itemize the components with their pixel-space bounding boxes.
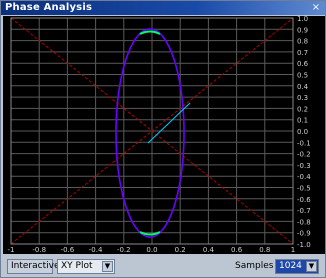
y-tick-label: -0.4 xyxy=(297,173,311,181)
samples-dropdown[interactable]: 1024 ▼ xyxy=(275,259,319,274)
y-tick-label: 0.9 xyxy=(297,26,308,34)
y-tick-label: 0.7 xyxy=(297,49,308,57)
y-tick-label: -0.8 xyxy=(297,218,311,226)
chevron-down-icon[interactable]: ▼ xyxy=(306,261,317,272)
x-tick-label: -0.8 xyxy=(32,246,46,254)
bottom-controls: Interactive XY Plot ▼ Samples 1024 ▼ xyxy=(1,254,325,277)
samples-label: Samples xyxy=(235,261,274,271)
phase-plot-svg: 1.0 0.9 0.8 0.7 0.6 0.5 0.4 0.3 0.2 0.1 0.0 -0.1 -0.… xyxy=(8,16,312,254)
y-tick-label: 0.6 xyxy=(297,60,309,68)
window-title: Phase Analysis xyxy=(5,2,93,13)
y-tick-label: -1.0 xyxy=(297,241,311,249)
y-tick-label: -0.6 xyxy=(297,196,311,204)
y-tick-label: 0.3 xyxy=(297,94,308,102)
phase-analysis-window: Phase Analysis × 1.0 0.9 0.8 0.7 0.6 0.5 0.4 0.… xyxy=(0,0,326,278)
phase-plot: 1.0 0.9 0.8 0.7 0.6 0.5 0.4 0.3 0.2 0.1 0.0 -0.1 -0.… xyxy=(3,16,325,254)
y-tick-label: -0.9 xyxy=(297,230,311,238)
x-tick-label: -0.4 xyxy=(89,246,103,254)
y-tick-label: -0.7 xyxy=(297,207,311,215)
mode-dropdown-value: XY Plot xyxy=(61,261,93,271)
x-tick-label: -1 xyxy=(8,246,15,254)
x-tick-label: 1 xyxy=(291,246,295,254)
x-tick-label: 0.2 xyxy=(175,246,186,254)
title-bar[interactable]: Phase Analysis × xyxy=(1,1,325,15)
x-tick-label: -0.2 xyxy=(117,246,131,254)
y-tick-label: 0.0 xyxy=(297,128,308,136)
y-tick-label: -0.1 xyxy=(297,139,311,147)
mode-dropdown[interactable]: XY Plot ▼ xyxy=(57,259,115,274)
chevron-down-icon[interactable]: ▼ xyxy=(102,261,113,272)
interactive-button[interactable]: Interactive xyxy=(7,259,59,274)
y-tick-label: 0.4 xyxy=(297,83,309,91)
y-tick-label: -0.5 xyxy=(297,185,311,193)
x-tick-label: 0.6 xyxy=(231,246,243,254)
x-tick-label: 0.4 xyxy=(203,246,215,254)
y-tick-label: 0.8 xyxy=(297,38,308,46)
x-tick-label: -0.6 xyxy=(61,246,75,254)
y-tick-label: 0.5 xyxy=(297,72,308,80)
x-tick-label: 0.8 xyxy=(259,246,270,254)
y-tick-label: 0.2 xyxy=(297,105,308,113)
samples-dropdown-value: 1024 xyxy=(279,261,302,271)
close-icon[interactable]: × xyxy=(310,3,322,13)
y-tick-label: 0.1 xyxy=(297,117,308,125)
trace-peak-top xyxy=(139,30,161,35)
y-tick-label: 1.0 xyxy=(297,16,308,23)
y-tick-label: -0.3 xyxy=(297,162,311,170)
y-tick-label: -0.2 xyxy=(297,151,311,159)
x-tick-label: 0.0 xyxy=(146,246,157,254)
